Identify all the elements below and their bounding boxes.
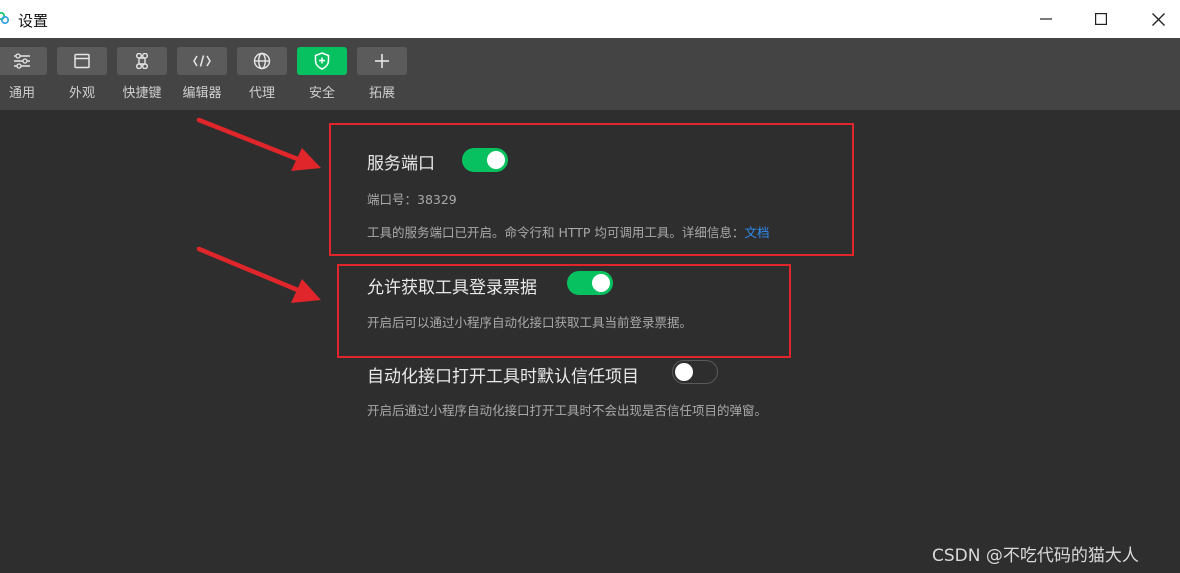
globe-icon (253, 52, 271, 70)
tab-editor-label: 编辑器 (182, 86, 222, 101)
window-icon (74, 53, 90, 69)
sliders-icon (14, 53, 30, 69)
trust-project-title: 自动化接口打开工具时默认信任项目 (367, 367, 639, 387)
trust-project-setting: 自动化接口打开工具时默认信任项目 (367, 362, 639, 387)
tab-appearance-label: 外观 (68, 86, 95, 101)
close-button[interactable] (1135, 0, 1180, 38)
trust-project-toggle[interactable] (672, 360, 718, 384)
arrow-icon (196, 246, 321, 303)
tab-extensions[interactable]: 拓展 (357, 47, 407, 107)
command-icon (135, 53, 149, 69)
tab-general[interactable]: 通用 (0, 47, 47, 107)
trust-project-description: 开启后通过小程序自动化接口打开工具时不会出现是否信任项目的弹窗。 (367, 403, 768, 418)
maximize-icon (1095, 13, 1107, 25)
tab-shortcuts-label: 快捷键 (122, 86, 162, 101)
toggle-knob (675, 363, 693, 381)
minimize-button[interactable] (1023, 0, 1069, 38)
annotation-box-service-port (329, 123, 854, 256)
tab-proxy[interactable]: 代理 (237, 47, 287, 107)
maximize-button[interactable] (1078, 0, 1124, 38)
tab-proxy-label: 代理 (248, 86, 275, 101)
plus-icon (375, 54, 389, 68)
title-bar: 设置 (0, 0, 1180, 38)
arrow-icon (196, 117, 321, 171)
minimize-icon (1040, 18, 1052, 20)
window-title: 设置 (18, 12, 49, 30)
watermark: CSDN @不吃代码的猫大人 (932, 546, 1139, 566)
tab-editor[interactable]: 编辑器 (177, 47, 227, 107)
tab-security[interactable]: 安全 (297, 47, 347, 107)
tab-extensions-label: 拓展 (368, 86, 395, 101)
shield-icon (314, 52, 330, 70)
code-icon (193, 55, 211, 67)
tab-appearance[interactable]: 外观 (57, 47, 107, 107)
tab-security-label: 安全 (308, 86, 335, 101)
tab-shortcuts[interactable]: 快捷键 (117, 47, 167, 107)
annotation-box-login-ticket (337, 264, 791, 358)
settings-toolbar: 通用 外观 快捷键 编辑器 代理 安全 拓展 (0, 38, 1180, 110)
tab-general-label: 通用 (8, 86, 35, 101)
app-logo-icon (0, 12, 10, 25)
close-icon (1151, 12, 1165, 26)
